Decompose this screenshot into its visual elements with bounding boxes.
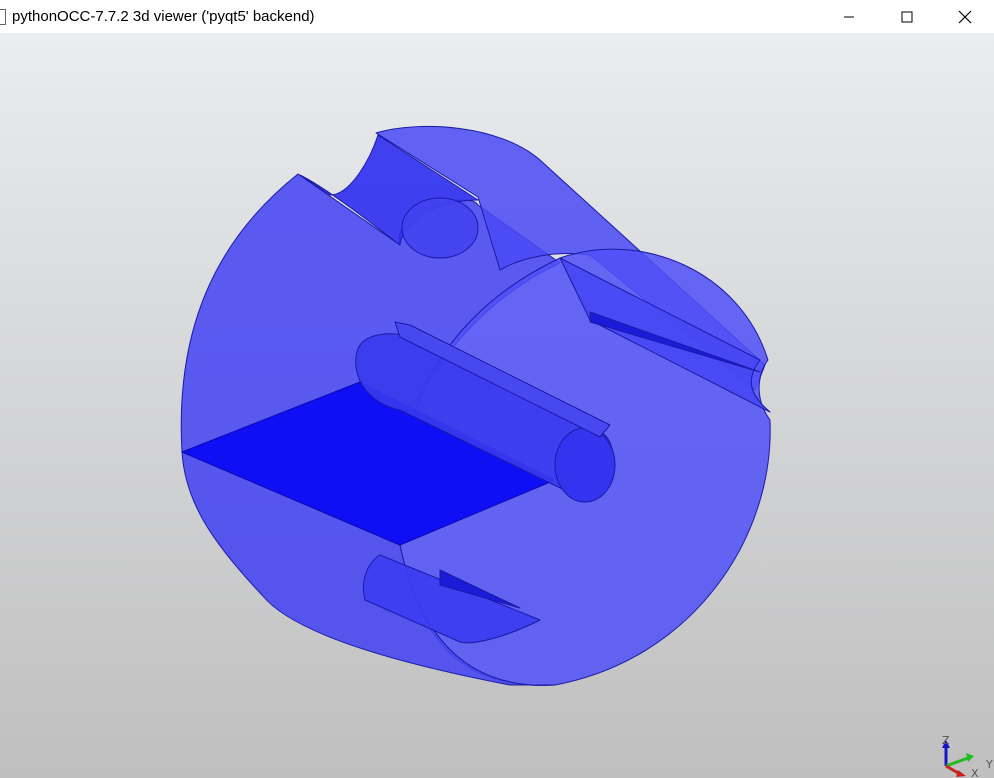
minimize-icon bbox=[844, 16, 854, 17]
window-controls bbox=[820, 0, 994, 33]
y-axis bbox=[945, 756, 969, 768]
axis-triad: Z Y X bbox=[942, 734, 993, 778]
x-label: X bbox=[971, 767, 979, 778]
close-icon bbox=[958, 10, 972, 23]
upper-slot-end bbox=[401, 197, 479, 259]
3d-viewport[interactable]: Z Y X bbox=[0, 33, 994, 778]
app-icon bbox=[0, 8, 6, 25]
y-arrow-icon bbox=[966, 753, 974, 762]
maximize-icon bbox=[901, 11, 913, 22]
close-button[interactable] bbox=[936, 0, 994, 33]
window-title: pythonOCC-7.7.2 3d viewer ('pyqt5' backe… bbox=[12, 8, 315, 25]
shaft-end bbox=[554, 427, 616, 503]
minimize-button[interactable] bbox=[820, 0, 878, 33]
title-bar[interactable]: pythonOCC-7.7.2 3d viewer ('pyqt5' backe… bbox=[0, 0, 994, 33]
viewer-window: pythonOCC-7.7.2 3d viewer ('pyqt5' backe… bbox=[0, 0, 994, 778]
3d-model[interactable] bbox=[0, 33, 994, 778]
z-label: Z bbox=[942, 734, 950, 747]
maximize-button[interactable] bbox=[878, 0, 936, 33]
y-label: Y bbox=[985, 758, 993, 771]
